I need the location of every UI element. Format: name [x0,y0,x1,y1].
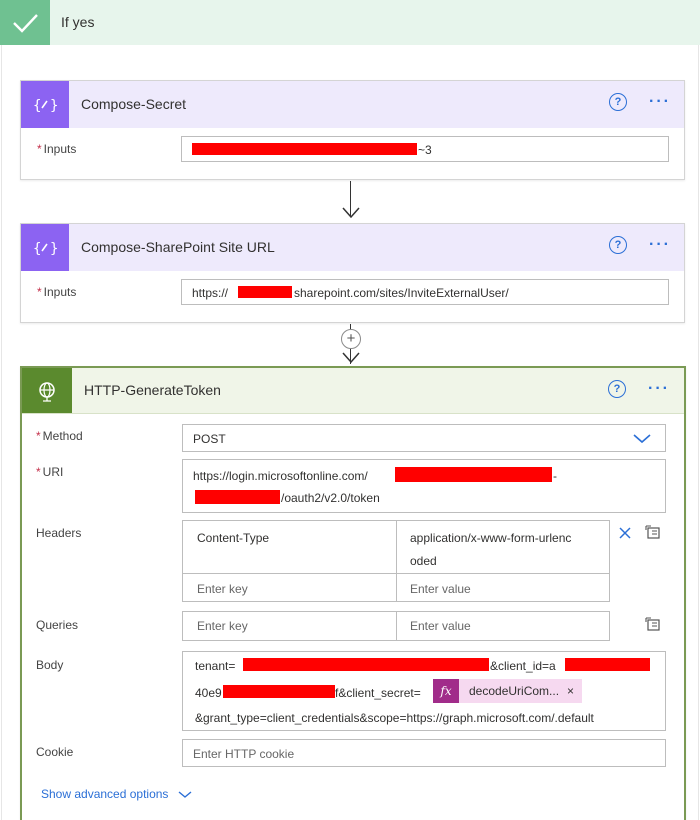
expression-label: decodeUriCom... [469,684,560,698]
url-suffix: sharepoint.com/sites/InviteExternalUser/ [294,286,509,300]
queries-label: Queries [36,618,79,632]
svg-text:{: { [33,98,41,114]
redacted-block [243,658,489,671]
function-icon: fx [433,679,459,703]
chevron-down-icon [178,791,192,798]
header-value-line-2[interactable]: oded [410,554,437,568]
body-line-2-mid: f&client_secret= [335,686,421,700]
help-icon[interactable]: ? [609,236,627,254]
svg-text:}: } [50,98,58,114]
compose-site-header[interactable]: {} Compose-SharePoint Site URL ? ··· [21,224,684,271]
header-key-input[interactable]: Enter key [197,582,248,596]
compose-icon: {} [21,224,69,271]
compose-site-card: {} Compose-SharePoint Site URL ? ··· * In… [20,223,685,323]
cookie-label: Cookie [36,745,74,759]
switch-mode-icon[interactable] [644,524,662,540]
uri-line-1: https://login.microsoftonline.com/ [193,469,368,483]
card-title: HTTP-GenerateToken [84,382,221,398]
headers-label: Headers [36,526,82,540]
body-line-2-start: 40e9 [195,686,222,700]
uri-field[interactable]: https://login.microsoftonline.com/ - /oa… [182,459,666,513]
add-step-button[interactable]: + [341,329,361,349]
show-advanced-options-link[interactable]: Show advanced options [41,787,192,801]
url-prefix: https:// [192,286,229,300]
header-key[interactable]: Content-Type [197,531,269,545]
inputs-label: * Inputs [37,285,77,299]
redacted-block [192,143,417,155]
inputs-suffix: ~3 [418,143,432,157]
header-value-line-1[interactable]: application/x-www-form-urlenc [410,531,571,545]
cookie-input[interactable]: Enter HTTP cookie [182,739,666,767]
arrow-down-icon [342,207,360,219]
compose-secret-header[interactable]: {} Compose-Secret ? ··· [21,81,684,128]
more-icon[interactable]: ··· [648,380,670,398]
body-line-1-start: tenant= [195,659,236,673]
arrow-down-icon [342,352,360,364]
compose-secret-card: {} Compose-Secret ? ··· * Inputs ~3 [20,80,685,180]
inputs-field[interactable]: https:// sharepoint.com/sites/InviteExte… [181,279,669,305]
svg-text:{: { [33,241,41,257]
query-key-input[interactable]: Enter key [197,619,248,633]
globe-icon [22,368,72,413]
queries-table: Enter key Enter value [182,611,610,641]
inputs-label: * Inputs [37,142,77,156]
method-value: POST [193,432,226,446]
redacted-block [395,467,552,482]
uri-label: * URI [36,465,64,479]
query-value-input[interactable]: Enter value [410,619,471,633]
help-icon[interactable]: ? [608,380,626,398]
compose-icon: {} [21,81,69,128]
header-value-input[interactable]: Enter value [410,582,471,596]
check-icon [0,0,50,45]
card-title: Compose-Secret [81,96,187,112]
method-label: * Method [36,429,83,443]
switch-mode-icon[interactable] [644,616,662,632]
body-field[interactable]: tenant= &client_id=a 40e9 f&client_secre… [182,651,666,731]
plus-icon: + [346,330,356,347]
headers-table: Content-Type application/x-www-form-urle… [182,520,610,602]
inputs-field[interactable]: ~3 [181,136,669,162]
uri-line-1-suffix: - [553,469,557,483]
expression-token[interactable]: fx decodeUriCom... × [433,679,583,703]
http-card: HTTP-GenerateToken ? ··· * Method POST * U… [20,366,686,820]
cookie-placeholder: Enter HTTP cookie [193,747,295,761]
redacted-block [238,286,292,298]
chevron-down-icon[interactable] [633,434,651,444]
body-label: Body [36,658,64,672]
method-select[interactable]: POST [182,424,666,452]
more-icon[interactable]: ··· [649,236,671,254]
more-icon[interactable]: ··· [649,93,671,111]
condition-title: If yes [61,14,95,30]
close-icon[interactable] [618,526,632,540]
uri-line-2: /oauth2/v2.0/token [281,491,380,505]
http-header[interactable]: HTTP-GenerateToken ? ··· [22,368,684,414]
body-line-1-mid: &client_id=a [490,659,556,673]
card-title: Compose-SharePoint Site URL [81,239,275,255]
redacted-block [223,685,335,698]
svg-text:}: } [50,241,58,257]
redacted-block [565,658,650,671]
body-line-3: &grant_type=client_credentials&scope=htt… [195,711,594,725]
redacted-block [195,490,280,504]
condition-header[interactable]: If yes [0,0,700,45]
help-icon[interactable]: ? [609,93,627,111]
remove-token-icon[interactable]: × [567,684,582,698]
